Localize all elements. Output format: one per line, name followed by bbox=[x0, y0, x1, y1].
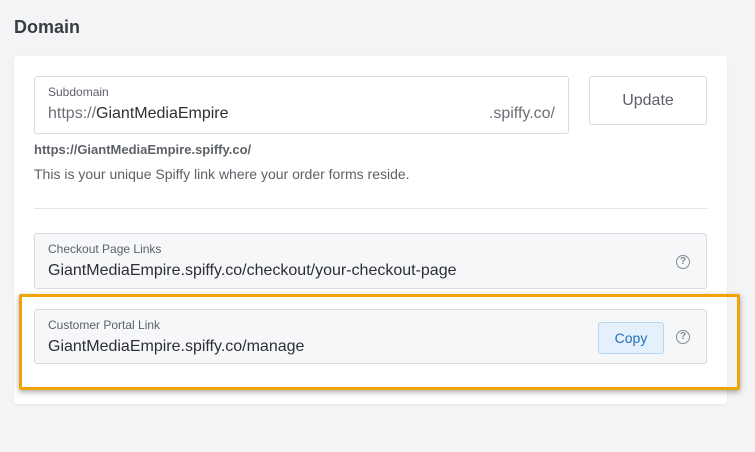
checkout-links-value: GiantMediaEmpire.spiffy.co/checkout/your… bbox=[48, 262, 457, 279]
domain-card: Subdomain https://GiantMediaEmpire .spif… bbox=[14, 56, 727, 404]
copy-button[interactable]: Copy bbox=[598, 322, 664, 354]
customer-portal-field: Customer Portal Link GiantMediaEmpire.sp… bbox=[34, 309, 707, 364]
link-preview: https://GiantMediaEmpire.spiffy.co/ bbox=[34, 142, 252, 157]
subdomain-value[interactable]: GiantMediaEmpire bbox=[96, 105, 229, 122]
customer-portal-value: GiantMediaEmpire.spiffy.co/manage bbox=[48, 338, 305, 355]
subdomain-suffix: .spiffy.co/ bbox=[488, 105, 555, 122]
question-circle-icon[interactable]: ? bbox=[676, 330, 690, 344]
subdomain-label: Subdomain bbox=[48, 85, 109, 99]
checkout-links-field: Checkout Page Links GiantMediaEmpire.spi… bbox=[34, 233, 707, 289]
divider bbox=[34, 208, 707, 209]
checkout-links-label: Checkout Page Links bbox=[48, 242, 162, 256]
section-title: Domain bbox=[14, 17, 81, 37]
subdomain-prefix: https:// bbox=[48, 105, 97, 122]
question-circle-icon[interactable]: ? bbox=[676, 255, 690, 269]
update-button[interactable]: Update bbox=[589, 76, 707, 125]
customer-portal-label: Customer Portal Link bbox=[48, 318, 161, 332]
link-help-text: This is your unique Spiffy link where yo… bbox=[34, 166, 410, 182]
subdomain-input[interactable]: https://GiantMediaEmpire bbox=[48, 105, 229, 123]
subdomain-field[interactable]: Subdomain https://GiantMediaEmpire .spif… bbox=[34, 76, 569, 134]
